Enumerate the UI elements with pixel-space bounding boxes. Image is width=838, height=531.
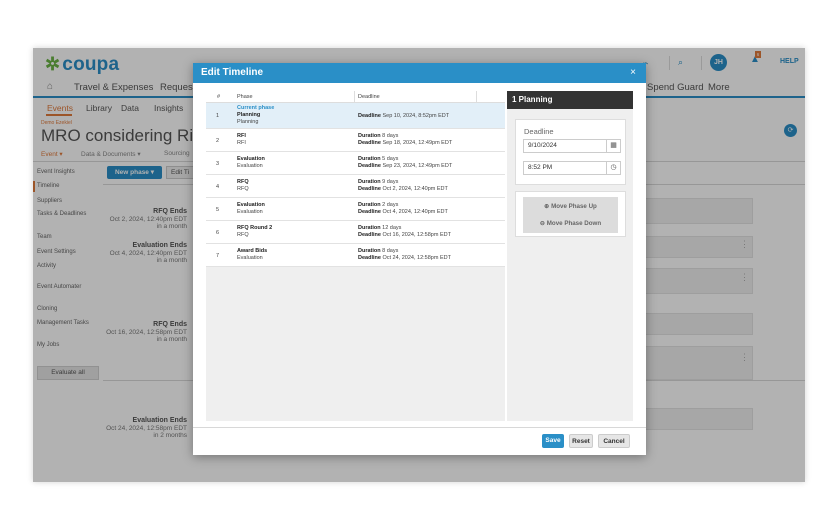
row-number: 7 — [216, 253, 220, 259]
column-header-deadline: Deadline — [358, 94, 380, 100]
deadline-value: Sep 18, 2024, 12:49pm EDT — [382, 140, 453, 146]
close-icon[interactable]: × — [630, 63, 636, 83]
table-row[interactable]: 7 Award Bids Evaluation Duration 8 days De… — [206, 244, 505, 267]
clock-icon[interactable]: ◷ — [606, 162, 620, 174]
move-phase-down-button[interactable]: ⊖ Move Phase Down — [523, 220, 618, 227]
phase-type: Evaluation — [237, 209, 263, 215]
cancel-button[interactable]: Cancel — [598, 434, 630, 448]
deadline-label: Deadline — [358, 163, 381, 169]
phase-name: RFI — [237, 133, 246, 139]
phase-name: Planning — [237, 112, 261, 118]
duration-value: 8 days — [382, 133, 399, 139]
phases-table: # Phase Deadline 1 Current phase Plannin… — [206, 91, 505, 421]
time-value: 8:52 PM — [528, 164, 553, 171]
table-row[interactable]: 4 RFQ RFQ Duration 9 days Deadline Oct 2, … — [206, 175, 505, 198]
deadline-label: Deadline — [358, 232, 381, 238]
duration-label: Duration — [358, 202, 381, 208]
deadline-date-input[interactable]: 9/10/2024 ▦ — [523, 139, 621, 153]
deadline-time-input[interactable]: 8:52 PM ◷ — [523, 161, 621, 175]
table-row[interactable]: 6 RFQ Round 2 RFQ Duration 12 days Deadlin… — [206, 221, 505, 244]
table-row[interactable]: 1 Current phase Planning Planning Deadli… — [206, 103, 505, 129]
deadline-value: Oct 4, 2024, 12:40pm EDT — [382, 209, 448, 215]
date-value: 9/10/2024 — [528, 142, 557, 149]
save-button[interactable]: Save — [542, 434, 564, 448]
table-row[interactable]: 5 Evaluation Evaluation Duration 2 days De… — [206, 198, 505, 221]
deadline-label: Deadline — [524, 127, 554, 136]
table-header: # Phase Deadline — [206, 91, 505, 103]
phase-name: RFQ Round 2 — [237, 225, 273, 231]
deadline-box: Deadline 9/10/2024 ▦ 8:52 PM ◷ — [515, 119, 626, 185]
phase-name: Award Bids — [237, 248, 268, 254]
column-header-number: # — [217, 94, 221, 100]
phase-detail-header: 1 Planning — [507, 91, 633, 109]
duration-label: Duration — [358, 179, 381, 185]
table-row[interactable]: 3 Evaluation Evaluation Duration 5 days De… — [206, 152, 505, 175]
deadline-label: Deadline — [358, 140, 381, 146]
duration-label: Duration — [358, 248, 381, 254]
deadline-label: Deadline — [358, 209, 381, 215]
reset-button[interactable]: Reset — [569, 434, 593, 448]
table-row[interactable]: 2 RFI RFI Duration 8 days Deadline Sep 18,… — [206, 129, 505, 152]
duration-value: 5 days — [382, 156, 399, 162]
phase-type: RFQ — [237, 232, 249, 238]
deadline-label: Deadline — [358, 186, 381, 192]
deadline-value: Sep 10, 2024, 8:52pm EDT — [382, 113, 450, 119]
deadline-value: Oct 2, 2024, 12:40pm EDT — [382, 186, 448, 192]
duration-value: 12 days — [382, 225, 402, 231]
move-phase-buttons: ⊕ Move Phase Up ⊖ Move Phase Down — [523, 197, 618, 233]
row-number: 4 — [216, 184, 220, 190]
phase-name: Evaluation — [237, 202, 265, 208]
column-divider — [476, 91, 477, 103]
row-number: 1 — [216, 113, 220, 119]
column-header-phase: Phase — [237, 94, 253, 100]
calendar-icon[interactable]: ▦ — [606, 140, 620, 152]
phase-name: RFQ — [237, 179, 249, 185]
duration-label: Duration — [358, 225, 381, 231]
duration-value: 9 days — [382, 179, 399, 185]
current-phase-label: Current phase — [237, 105, 275, 111]
phase-type: RFQ — [237, 186, 249, 192]
phase-name: Evaluation — [237, 156, 265, 162]
row-number: 5 — [216, 207, 220, 213]
row-number: 3 — [216, 161, 220, 167]
phase-type: Evaluation — [237, 255, 263, 261]
move-phase-up-label: Move Phase Up — [551, 203, 597, 210]
phase-type: Planning — [237, 119, 259, 125]
move-phase-up-button[interactable]: ⊕ Move Phase Up — [523, 203, 618, 210]
column-divider — [354, 91, 355, 103]
duration-value: 2 days — [382, 202, 399, 208]
move-phase-box: ⊕ Move Phase Up ⊖ Move Phase Down — [515, 191, 626, 237]
edit-timeline-dialog: Edit Timeline × # Phase Deadline 1 Curre… — [193, 63, 646, 455]
divider — [193, 427, 646, 428]
duration-label: Duration — [358, 133, 381, 139]
deadline-value: Oct 16, 2024, 12:58pm EDT — [382, 232, 451, 238]
row-number: 6 — [216, 230, 220, 236]
deadline-value: Oct 24, 2024, 12:58pm EDT — [382, 255, 451, 261]
move-phase-down-label: Move Phase Down — [546, 220, 602, 227]
dialog-title: Edit Timeline — [193, 63, 646, 83]
deadline-value: Sep 23, 2024, 12:49pm EDT — [382, 163, 453, 169]
row-number: 2 — [216, 138, 220, 144]
phase-type: RFI — [237, 140, 246, 146]
phase-type: Evaluation — [237, 163, 263, 169]
duration-value: 8 days — [382, 248, 399, 254]
duration-label: Duration — [358, 156, 381, 162]
deadline-label: Deadline — [358, 255, 381, 261]
deadline-label: Deadline — [358, 113, 381, 119]
phase-detail-panel: 1 Planning Deadline 9/10/2024 ▦ 8:52 PM … — [507, 91, 633, 421]
